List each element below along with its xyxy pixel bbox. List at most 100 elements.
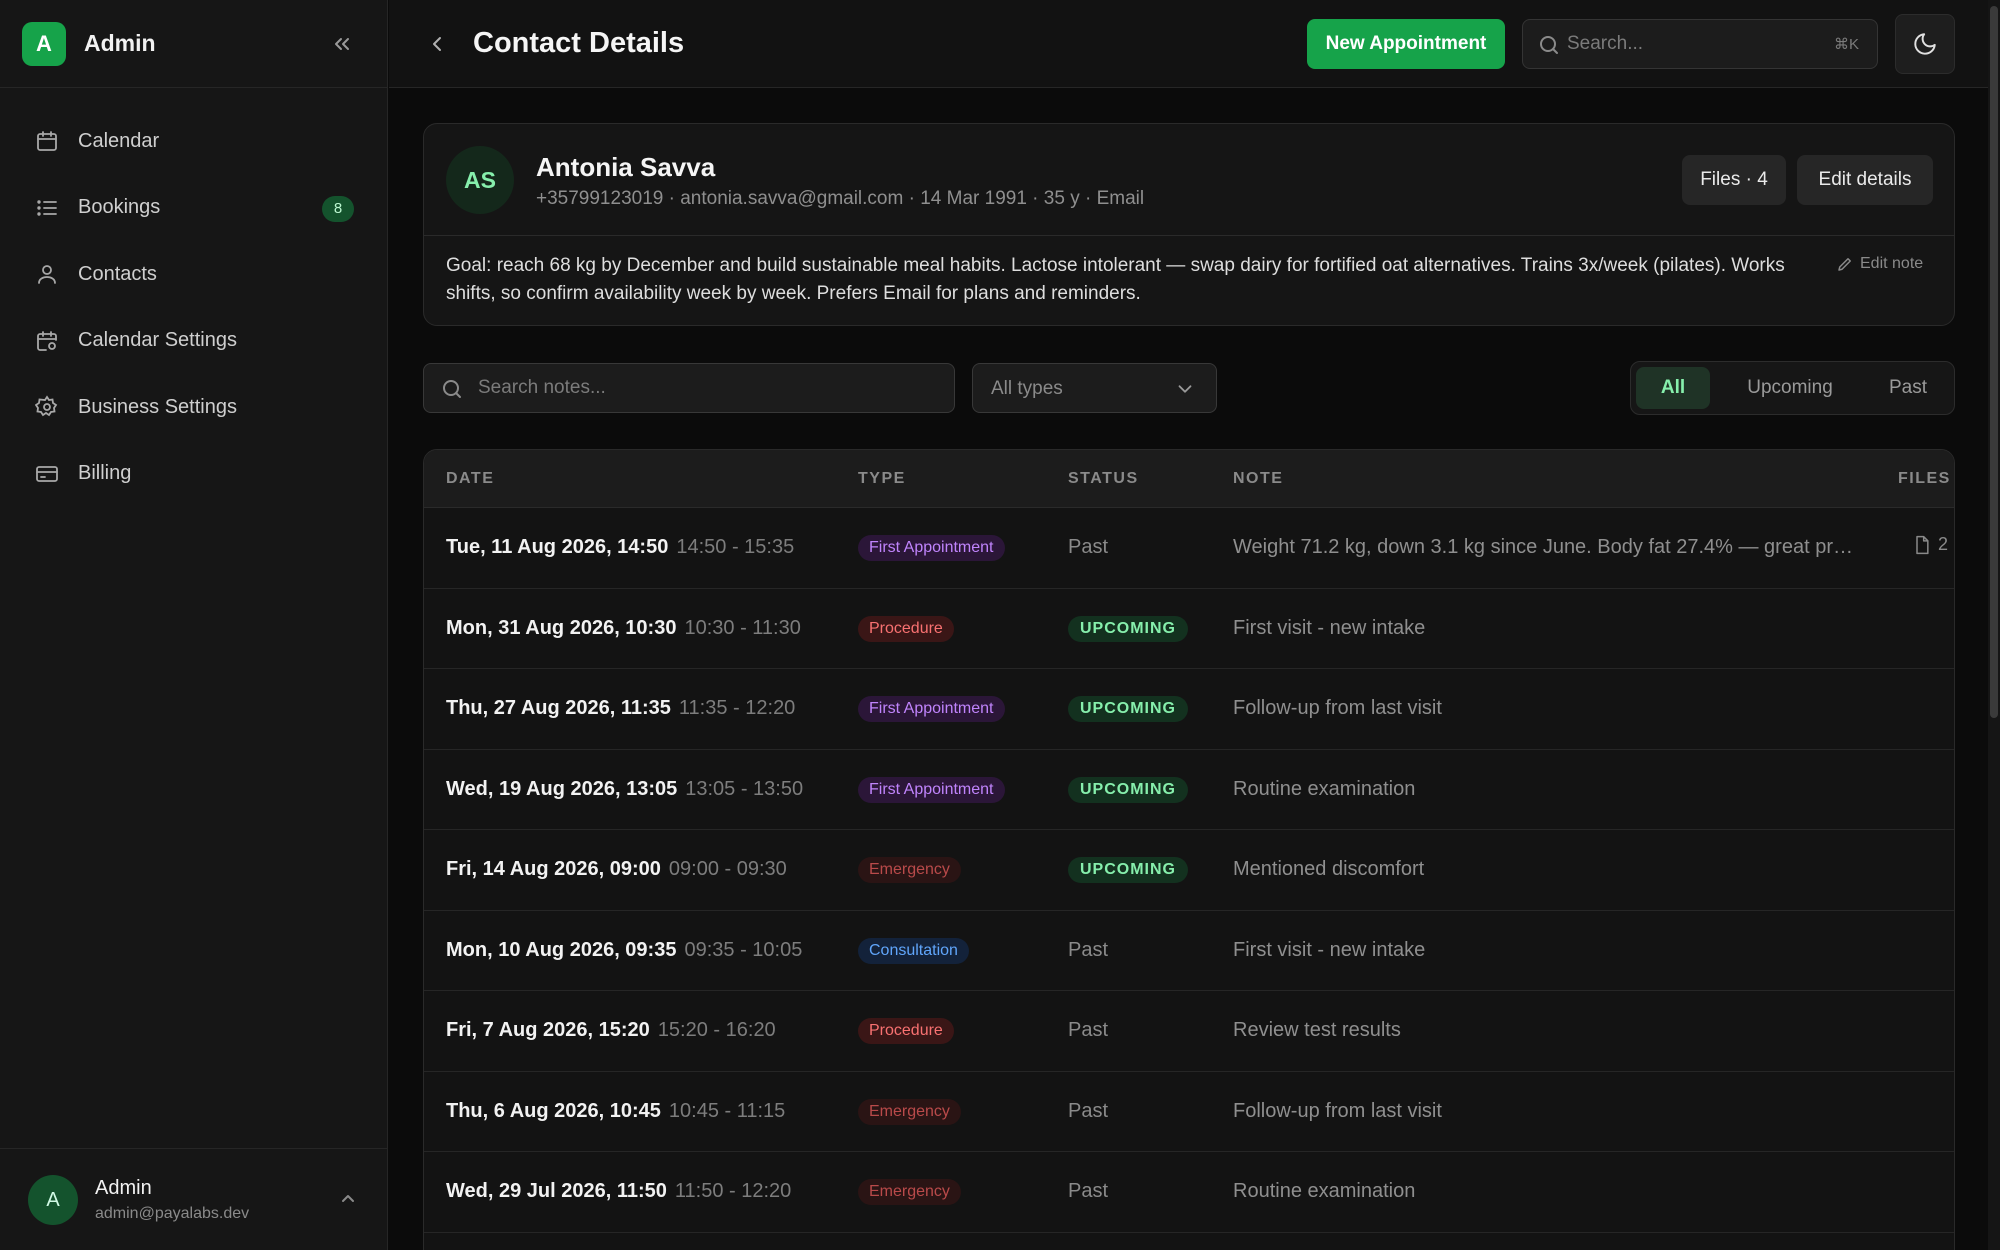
- row-date: Wed, 29 Jul 2026, 11:50 11:50 - 12:20: [446, 1180, 791, 1203]
- files-button[interactable]: Files · 4: [1682, 155, 1786, 205]
- tab-past[interactable]: Past: [1866, 367, 1950, 409]
- column-header-date[interactable]: DATE: [446, 470, 494, 488]
- sidebar-nav: Calendar Bookings 8 Contacts Calendar Se…: [0, 108, 388, 507]
- row-note: Routine examination: [1233, 777, 1416, 800]
- table-row[interactable]: Wed, 29 Jul 2026, 11:50 11:50 - 12:20 Emer…: [424, 1152, 1954, 1233]
- row-date: Thu, 27 Aug 2026, 11:35 11:35 - 12:20: [446, 697, 795, 720]
- column-header-type[interactable]: TYPE: [858, 470, 906, 488]
- credit-card-icon: [34, 461, 60, 487]
- row-time-range: 10:30 - 11:30: [684, 616, 801, 639]
- status-badge: Past: [1068, 1180, 1109, 1202]
- edit-note-button[interactable]: Edit note: [1836, 255, 1923, 273]
- calendar-icon: [34, 128, 60, 154]
- row-time-range: 10:45 - 11:15: [668, 1099, 786, 1122]
- search-input[interactable]: [1567, 20, 1807, 68]
- type-badge: Consultation: [858, 937, 969, 964]
- row-date: Wed, 19 Aug 2026, 13:05 13:05 - 13:50: [446, 778, 803, 801]
- search-icon: [440, 377, 464, 401]
- type-badge: First Appointment: [858, 776, 1005, 803]
- calendar-settings-icon: [34, 328, 60, 354]
- contact-name: Antonia Savva: [536, 152, 716, 182]
- theme-toggle-button[interactable]: [1895, 14, 1955, 74]
- row-time-range: 11:35 - 12:20: [678, 697, 796, 719]
- table-row[interactable]: Mon, 10 Aug 2026, 09:35 09:35 - 10:05 Cons…: [424, 911, 1954, 991]
- table-row[interactable]: Mon, 31 Aug 2026, 10:30 10:30 - 11:30 Proc…: [424, 589, 1954, 669]
- row-datetime: Fri, 14 Aug 2026, 09:00: [446, 858, 661, 880]
- back-button[interactable]: [421, 28, 453, 60]
- table-row[interactable]: Fri, 7 Aug 2026, 15:20 15:20 - 16:20 Proce…: [424, 991, 1954, 1072]
- contact-summary: AS Antonia Savva +35799123019 · antonia.…: [424, 124, 1954, 236]
- user-menu[interactable]: A Admin admin@payalabs.dev: [0, 1148, 388, 1250]
- appointments-table: DATE TYPE STATUS NOTE FILES Tue, 11 Aug …: [423, 449, 1955, 1250]
- row-datetime: Fri, 7 Aug 2026, 15:20: [446, 1019, 650, 1041]
- row-note: Follow-up from last visit: [1233, 697, 1442, 719]
- type-badge: Emergency: [858, 857, 961, 883]
- contact-card: AS Antonia Savva +35799123019 · antonia.…: [423, 123, 1955, 326]
- collapse-sidebar-button[interactable]: [326, 28, 358, 60]
- gear-icon: [34, 394, 60, 420]
- sidebar-item-label: Bookings: [78, 196, 161, 219]
- new-appointment-button[interactable]: New Appointment: [1307, 19, 1505, 69]
- status-badge: Past: [1068, 536, 1109, 558]
- chevron-up-icon[interactable]: [336, 1187, 360, 1211]
- table-header: DATE TYPE STATUS NOTE FILES: [424, 450, 1954, 508]
- status-badge: Past: [1068, 1019, 1109, 1041]
- tab-all[interactable]: All: [1636, 367, 1710, 409]
- row-note: Routine examination: [1233, 1180, 1416, 1202]
- sidebar-item-label: Contacts: [78, 262, 157, 285]
- row-date: Mon, 31 Aug 2026, 10:30 10:30 - 11:30: [446, 617, 801, 640]
- row-date: Fri, 7 Aug 2026, 15:20 15:20 - 16:20: [446, 1019, 776, 1042]
- notes-search[interactable]: [423, 363, 955, 413]
- contact-note: Goal: reach 68 kg by December and build …: [446, 255, 1785, 304]
- global-search[interactable]: ⌘K: [1522, 19, 1878, 69]
- table-row[interactable]: Wed, 19 Aug 2026, 13:05 13:05 - 13:50 Firs…: [424, 750, 1954, 830]
- table-row[interactable]: Thu, 6 Aug 2026, 10:45 10:45 - 11:15 Emerg…: [424, 1072, 1954, 1152]
- table-row[interactable]: Tue, 11 Aug 2026, 14:50 14:50 - 15:35 Firs…: [424, 508, 1954, 589]
- row-time-range: 11:50 - 12:20: [674, 1180, 792, 1202]
- app-name: Admin: [84, 30, 156, 56]
- type-badge: First Appointment: [858, 535, 1005, 561]
- chevron-down-icon: [1174, 378, 1196, 400]
- sidebar: A Admin Calendar Bookings 8 Contacts Cal…: [0, 0, 388, 1250]
- sidebar-item-business-settings[interactable]: Business Settings: [0, 374, 388, 441]
- row-time-range: 09:00 - 09:30: [668, 858, 787, 880]
- notes-search-input[interactable]: [478, 364, 938, 412]
- type-badge: First Appointment: [858, 696, 1005, 722]
- tab-upcoming[interactable]: Upcoming: [1724, 367, 1856, 409]
- sidebar-item-contacts[interactable]: Contacts: [0, 241, 388, 308]
- type-filter-select[interactable]: All types: [972, 363, 1217, 413]
- row-note: Mentioned discomfort: [1233, 858, 1425, 880]
- sidebar-item-calendar-settings[interactable]: Calendar Settings: [0, 308, 388, 375]
- scrollbar-thumb[interactable]: [1990, 6, 1998, 718]
- search-icon: [1537, 33, 1561, 57]
- type-badge: Procedure: [858, 1018, 954, 1044]
- file-icon: [1916, 535, 1929, 554]
- sidebar-item-billing[interactable]: Billing: [0, 441, 388, 508]
- row-date: Tue, 11 Aug 2026, 14:50 14:50 - 15:35: [446, 536, 794, 559]
- status-badge: Past: [1068, 1099, 1109, 1122]
- table-row[interactable]: Thu, 27 Aug 2026, 11:35 11:35 - 12:20 Firs…: [424, 669, 1954, 750]
- sidebar-item-label: Calendar: [78, 129, 160, 152]
- chevron-left-icon: [433, 37, 441, 51]
- user-icon: [34, 261, 60, 287]
- app-logo: A: [22, 22, 66, 66]
- table-row[interactable]: Fri, 14 Aug 2026, 09:00 09:00 - 09:30 Emer…: [424, 830, 1954, 911]
- page-scrollbar[interactable]: [1988, 0, 2000, 1250]
- sidebar-item-calendar[interactable]: Calendar: [0, 108, 388, 175]
- file-count: 2: [1938, 534, 1949, 554]
- status-badge: UPCOMING: [1068, 857, 1188, 883]
- column-header-files[interactable]: FILES: [1898, 470, 1951, 488]
- row-time-range: 15:20 - 16:20: [657, 1019, 776, 1041]
- row-files[interactable]: 2: [1912, 534, 1948, 555]
- edit-details-button[interactable]: Edit details: [1797, 155, 1933, 205]
- row-note: Review test results: [1233, 1019, 1401, 1041]
- type-badge: Procedure: [858, 615, 954, 642]
- row-note: First visit - new intake: [1233, 938, 1426, 961]
- status-badge: UPCOMING: [1068, 696, 1188, 722]
- double-chevron-left-icon: [335, 38, 349, 50]
- status-badge: UPCOMING: [1068, 776, 1188, 803]
- sidebar-item-bookings[interactable]: Bookings 8: [0, 175, 388, 242]
- column-header-note[interactable]: NOTE: [1233, 470, 1283, 488]
- search-shortcut: ⌘K: [1833, 36, 1859, 53]
- column-header-status[interactable]: STATUS: [1068, 470, 1139, 488]
